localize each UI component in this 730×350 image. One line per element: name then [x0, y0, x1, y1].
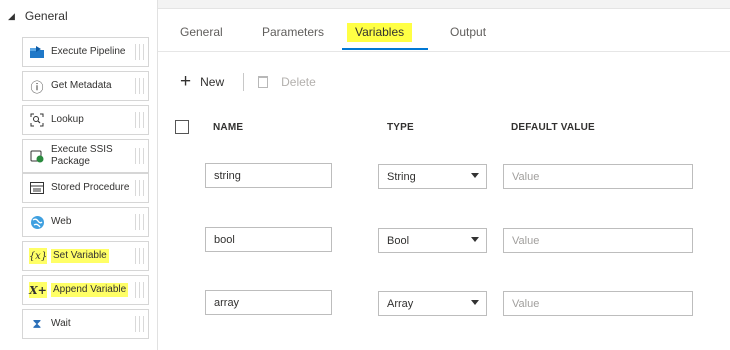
- variable-name-input[interactable]: bool: [205, 227, 332, 252]
- chevron-down-icon: [471, 237, 479, 242]
- tab-variables[interactable]: Variables: [347, 23, 413, 42]
- drag-handle[interactable]: [135, 78, 145, 94]
- top-strip: [158, 0, 730, 9]
- delete-button[interactable]: Delete: [258, 75, 316, 89]
- tab-parameters[interactable]: Parameters: [262, 25, 324, 39]
- group-label: General: [24, 9, 68, 23]
- activity-get-metadata[interactable]: ⓘ Get Metadata: [22, 71, 149, 101]
- delete-label: Delete: [281, 75, 316, 89]
- variables-toolbar: + New Delete: [180, 72, 316, 92]
- default-value-input[interactable]: Value: [503, 291, 693, 316]
- variable-type-select[interactable]: String: [378, 164, 487, 189]
- toolbar-separator: [243, 73, 245, 91]
- tab-label: Output: [450, 25, 487, 39]
- activity-set-variable[interactable]: {x} Set Variable: [22, 241, 149, 271]
- default-value-input[interactable]: Value: [503, 164, 693, 189]
- chevron-down-icon: [471, 173, 479, 178]
- variable-type-select[interactable]: Array: [378, 291, 487, 316]
- activity-wait[interactable]: ⧗ Wait: [22, 309, 149, 339]
- activity-lookup[interactable]: Lookup: [22, 105, 149, 135]
- activity-label: Execute Pipeline: [51, 46, 126, 57]
- trash-icon: [258, 76, 269, 88]
- variable-type-select[interactable]: Bool: [378, 228, 487, 253]
- drag-handle[interactable]: [135, 112, 145, 128]
- activity-execute-pipeline[interactable]: Execute Pipeline: [22, 37, 149, 67]
- info-icon: ⓘ: [30, 79, 44, 95]
- tab-label: Parameters: [262, 25, 325, 39]
- column-header-type: TYPE: [387, 122, 414, 133]
- select-value: Bool: [387, 234, 410, 247]
- drag-handle[interactable]: [135, 44, 145, 60]
- activity-execute-ssis-package[interactable]: Execute SSIS Package: [22, 139, 149, 173]
- tab-label: General: [180, 25, 223, 39]
- variable-name-input[interactable]: string: [205, 163, 332, 188]
- tab-label: Variables: [347, 23, 413, 42]
- default-value-input[interactable]: Value: [503, 228, 693, 253]
- hourglass-icon: ⧗: [32, 316, 42, 331]
- activity-web[interactable]: Web: [22, 207, 149, 237]
- plus-icon: +: [180, 71, 192, 92]
- new-label: New: [200, 75, 225, 89]
- tab-output[interactable]: Output: [450, 25, 486, 39]
- activity-append-variable[interactable]: X+ Append Variable: [22, 275, 149, 305]
- activities-panel: ◢ General Execute Pipeline ⓘ Get Metadat…: [0, 0, 157, 350]
- select-value: Array: [387, 297, 414, 310]
- tab-general[interactable]: General: [180, 25, 223, 39]
- select-value: String: [387, 170, 416, 183]
- collapse-triangle-icon[interactable]: ◢: [8, 11, 15, 22]
- new-button[interactable]: + New: [180, 71, 225, 92]
- activity-label: Stored Procedure: [51, 182, 130, 193]
- drag-handle[interactable]: [135, 148, 145, 164]
- execute-pipeline-icon: [29, 44, 45, 60]
- column-header-default-value: DEFAULT VALUE: [511, 122, 595, 133]
- active-tab-indicator: [342, 48, 428, 50]
- set-variable-icon: {x}: [29, 248, 47, 264]
- append-variable-icon: X+: [29, 282, 47, 298]
- lookup-icon: [29, 112, 45, 128]
- ssis-icon: [29, 148, 45, 164]
- stored-procedure-icon: [29, 180, 45, 196]
- chevron-down-icon: [471, 300, 479, 305]
- activity-label: Web: [51, 216, 72, 227]
- panel-divider: [157, 0, 158, 350]
- drag-handle[interactable]: [135, 282, 145, 298]
- group-general[interactable]: ◢ General: [8, 9, 68, 23]
- activity-label: Set Variable: [51, 249, 109, 263]
- drag-handle[interactable]: [135, 248, 145, 264]
- activity-stored-procedure[interactable]: Stored Procedure: [22, 173, 149, 203]
- column-header-name: NAME: [213, 122, 244, 133]
- variable-name-input[interactable]: array: [205, 290, 332, 315]
- activity-label: Execute SSIS Package: [51, 144, 113, 167]
- activity-label: Get Metadata: [51, 80, 112, 91]
- globe-icon: [29, 214, 45, 230]
- drag-handle[interactable]: [135, 214, 145, 230]
- activity-label: Lookup: [51, 114, 84, 125]
- select-all-checkbox[interactable]: [175, 120, 189, 134]
- drag-handle[interactable]: [135, 316, 145, 332]
- activity-label: Wait: [51, 318, 71, 329]
- tab-bar: General Parameters Variables Output: [158, 10, 730, 52]
- drag-handle[interactable]: [135, 180, 145, 196]
- activity-label: Append Variable: [51, 283, 129, 297]
